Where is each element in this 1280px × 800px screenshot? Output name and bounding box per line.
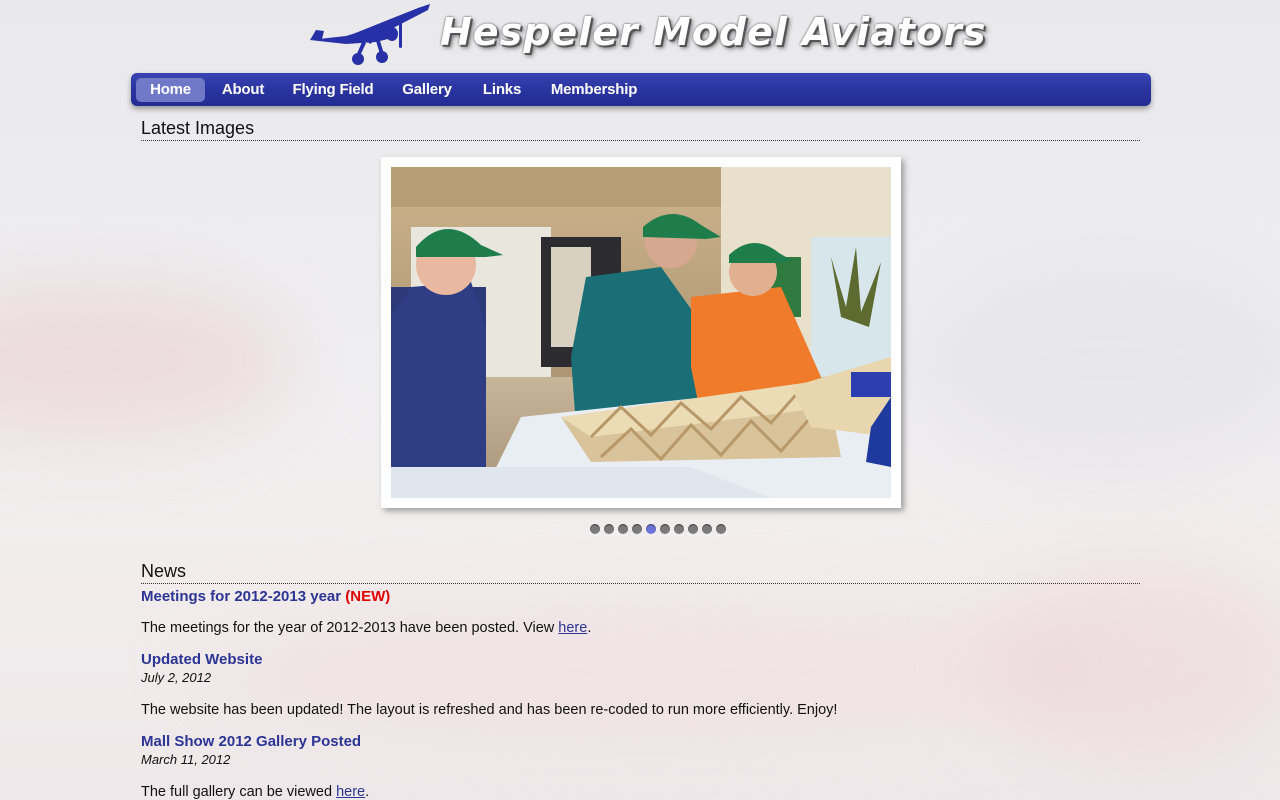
news-item-title[interactable]: Updated Website xyxy=(141,651,262,668)
slide-dot-6[interactable] xyxy=(660,524,670,534)
main-nav: Home About Flying Field Gallery Links Me… xyxy=(131,73,1151,106)
slideshow-image[interactable] xyxy=(391,167,891,498)
news-item-date: March 11, 2012 xyxy=(141,752,231,767)
here-link[interactable]: here xyxy=(558,620,587,636)
here-link[interactable]: here xyxy=(336,784,365,800)
site-logo[interactable]: Hespeler Model Aviators xyxy=(306,0,986,70)
slide-dot-7[interactable] xyxy=(674,524,684,534)
new-badge: (NEW) xyxy=(345,588,391,605)
news-title-text[interactable]: Meetings for 2012-2013 year xyxy=(141,588,341,605)
news-item-body: The meetings for the year of 2012-2013 h… xyxy=(141,620,591,636)
background-blur xyxy=(900,260,1280,480)
slide-dot-2[interactable] xyxy=(604,524,614,534)
nav-home[interactable]: Home xyxy=(136,78,205,102)
site-title: Hespeler Model Aviators xyxy=(440,10,987,54)
news-body-text: The full gallery can be viewed xyxy=(141,784,337,800)
news-body-suffix: . xyxy=(365,784,370,800)
slide-dot-9[interactable] xyxy=(702,524,712,534)
news-item-title[interactable]: Mall Show 2012 Gallery Posted xyxy=(141,733,361,750)
nav-about[interactable]: About xyxy=(211,78,275,102)
slide-dot-5[interactable] xyxy=(646,524,656,534)
slide-dot-1[interactable] xyxy=(590,524,600,534)
photo-model-builders xyxy=(391,167,891,498)
nav-flying-field[interactable]: Flying Field xyxy=(283,78,383,102)
nav-links[interactable]: Links xyxy=(471,78,533,102)
slideshow[interactable] xyxy=(381,157,901,508)
airplane-icon xyxy=(310,4,430,65)
slide-dot-4[interactable] xyxy=(632,524,642,534)
news-item-date: July 2, 2012 xyxy=(141,670,212,685)
background-blur xyxy=(980,560,1280,760)
slide-dot-3[interactable] xyxy=(618,524,628,534)
nav-membership[interactable]: Membership xyxy=(543,78,645,102)
news-body-text: The meetings for the year of 2012-2013 h… xyxy=(141,620,559,636)
slide-dot-8[interactable] xyxy=(688,524,698,534)
slide-dot-10[interactable] xyxy=(716,524,726,534)
news-body-suffix: . xyxy=(587,620,592,636)
news-heading: News xyxy=(141,561,1140,584)
nav-gallery[interactable]: Gallery xyxy=(393,78,461,102)
news-item-body: The full gallery can be viewed here. xyxy=(141,784,369,800)
background-blur xyxy=(0,280,300,440)
latest-images-heading: Latest Images xyxy=(141,118,1140,141)
news-item-body: The website has been updated! The layout… xyxy=(141,702,838,718)
news-item-title[interactable]: Meetings for 2012-2013 year (NEW) xyxy=(141,588,390,605)
